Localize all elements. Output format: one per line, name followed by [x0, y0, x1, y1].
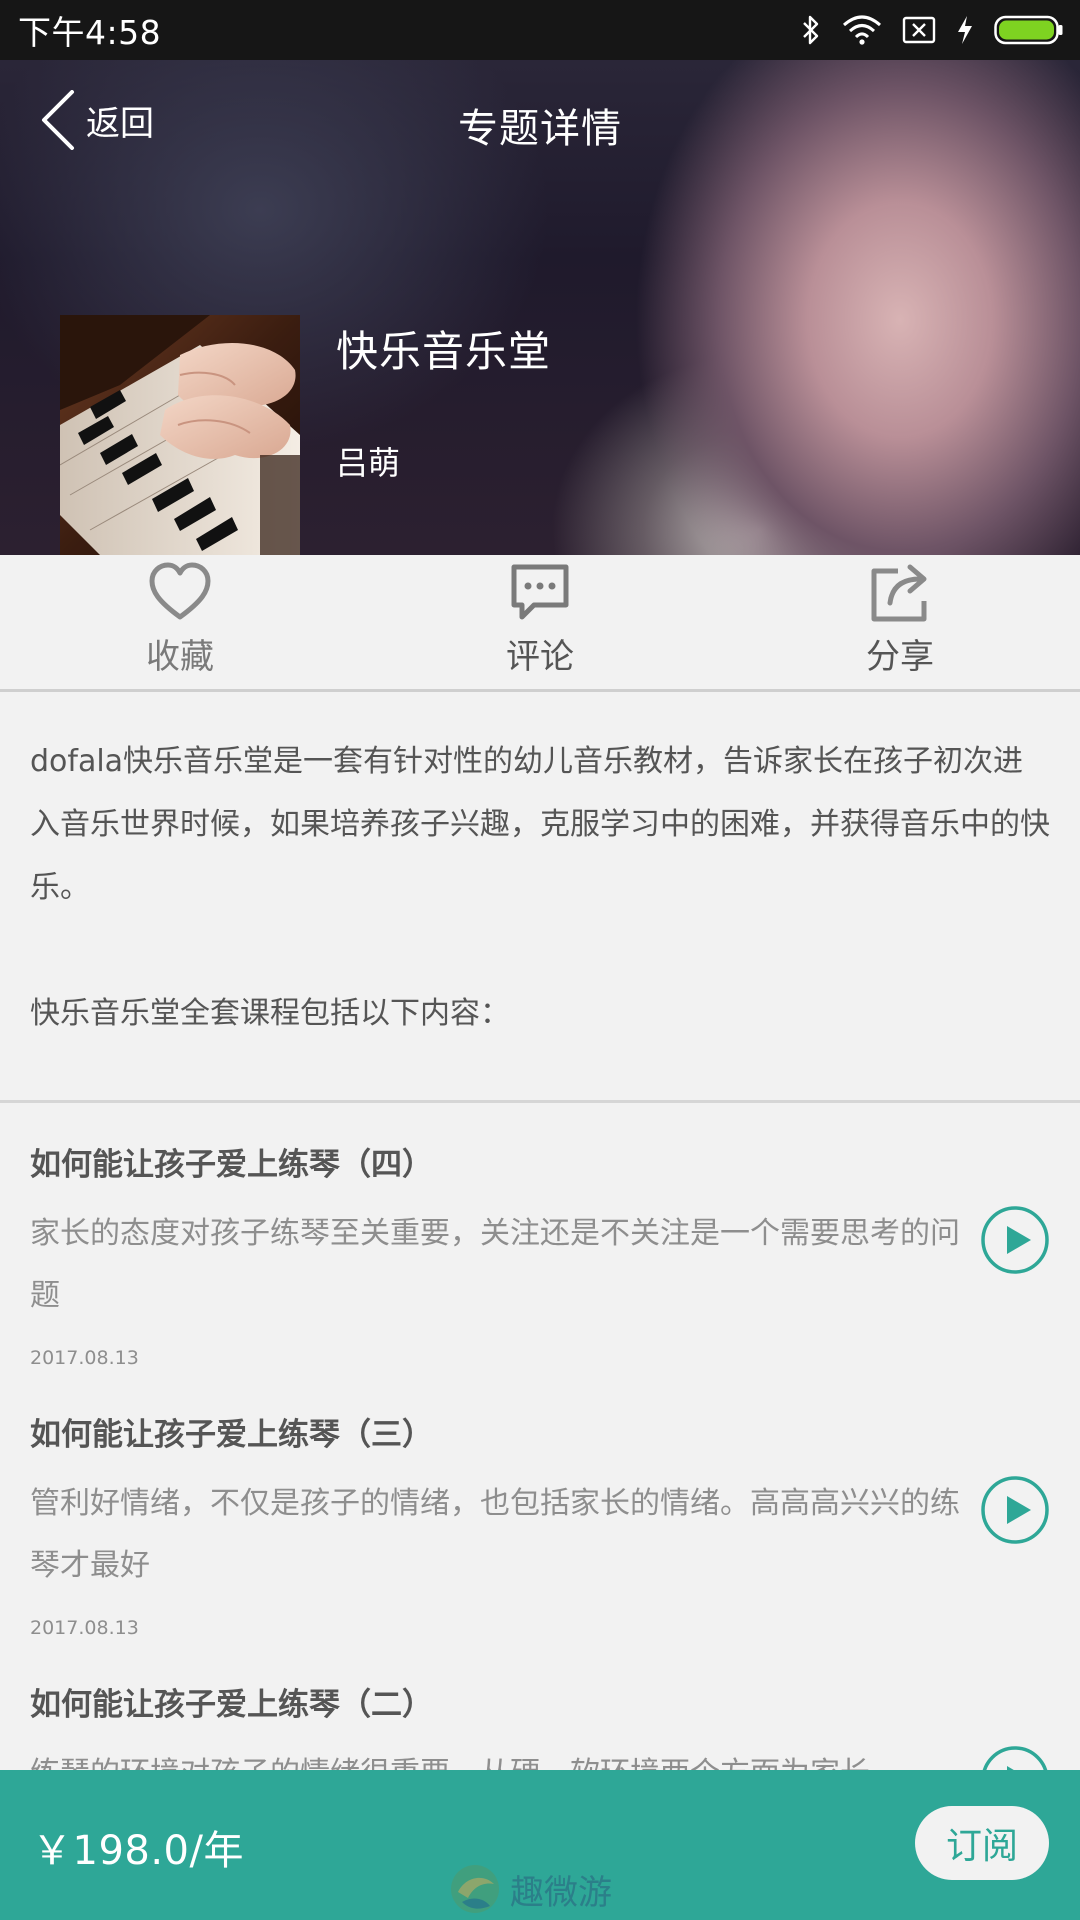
price-label: ￥198.0/年: [32, 1828, 244, 1874]
episode-title: 如何能让孩子爱上练琴（四）: [30, 1147, 433, 1183]
album-description: dofala快乐音乐堂是一套有针对性的幼儿音乐教材，告诉家长在孩子初次进入音乐世…: [30, 730, 1050, 1045]
share-button[interactable]: 分享: [720, 555, 1080, 689]
share-label: 分享: [866, 637, 934, 677]
description-paragraph: dofala快乐音乐堂是一套有针对性的幼儿音乐教材，告诉家长在孩子初次进入音乐世…: [30, 744, 1050, 905]
status-bar: 下午4:58: [0, 0, 1080, 60]
watermark-logo-icon: [451, 1865, 499, 1913]
bluetooth-icon: [803, 15, 819, 45]
watermark-text: 趣微游: [510, 1872, 612, 1913]
action-bar: 收藏 评论 分享: [0, 555, 1080, 692]
share-icon: [871, 564, 927, 622]
wifi-icon: [843, 15, 881, 45]
play-icon[interactable]: [980, 1475, 1050, 1545]
play-icon[interactable]: [980, 1205, 1050, 1275]
watermark-logo: 趣微游: [448, 1862, 612, 1916]
description-paragraph: 快乐音乐堂全套课程包括以下内容：: [30, 996, 510, 1031]
album-title: 快乐音乐堂: [336, 327, 552, 376]
episode-title: 如何能让孩子爱上练琴（二）: [30, 1687, 433, 1723]
comment-icon: [511, 564, 569, 620]
charging-icon: [958, 16, 972, 44]
album-cover-image[interactable]: [60, 315, 300, 555]
page-title: 专题详情: [458, 106, 622, 152]
heart-icon: [149, 562, 211, 620]
episode-summary: 家长的态度对孩子练琴至关重要，关注还是不关注是一个需要思考的问题: [30, 1216, 960, 1313]
favorite-label: 收藏: [146, 637, 214, 677]
episode-date: 2017.08.13: [30, 1617, 139, 1639]
comment-label: 评论: [506, 637, 574, 677]
battery-icon: [994, 15, 1063, 45]
subscribe-button[interactable]: 订阅: [915, 1806, 1049, 1880]
album-header: 返回 专题详情 快乐音乐堂 吕萌: [0, 60, 1080, 555]
no-sim-icon: [902, 16, 936, 44]
favorite-button[interactable]: 收藏: [0, 555, 360, 689]
comment-button[interactable]: 评论: [360, 555, 720, 689]
episode-summary: 管利好情绪，不仅是孩子的情绪，也包括家长的情绪。高高高兴兴的练琴才最好: [30, 1486, 960, 1583]
album-author: 吕萌: [336, 444, 401, 482]
episode-item[interactable]: 如何能让孩子爱上练琴（四） 家长的态度对孩子练琴至关重要，关注还是不关注是一个需…: [0, 1103, 1080, 1373]
episode-item[interactable]: 如何能让孩子爱上练琴（三） 管利好情绪，不仅是孩子的情绪，也包括家长的情绪。高高…: [0, 1373, 1080, 1643]
status-icons: [800, 14, 1064, 46]
status-time: 下午4:58: [18, 13, 162, 52]
app-screen: 下午4:58 返回 专题详情 快乐音乐堂 吕萌 收藏 评论 分享 dofala快…: [0, 0, 1080, 1920]
episode-title: 如何能让孩子爱上练琴（三）: [30, 1417, 433, 1453]
subscribe-bar: ￥198.0/年 趣微游 订阅: [0, 1770, 1080, 1920]
episode-date: 2017.08.13: [30, 1347, 139, 1369]
